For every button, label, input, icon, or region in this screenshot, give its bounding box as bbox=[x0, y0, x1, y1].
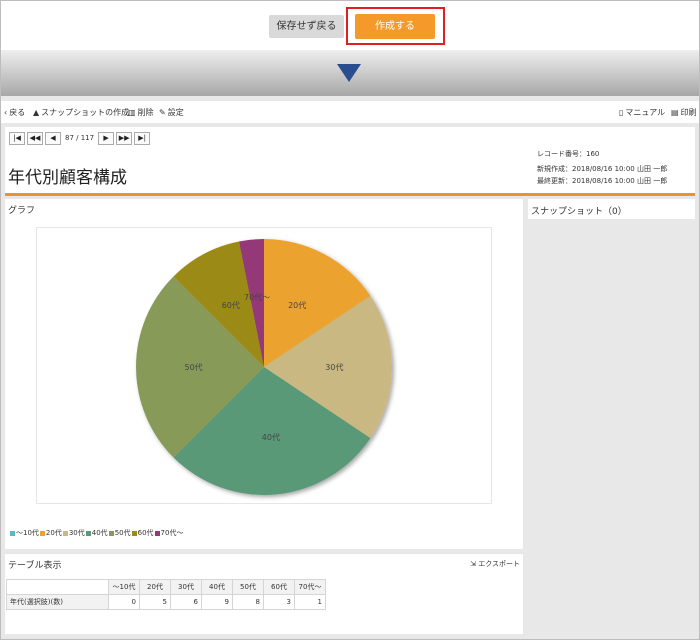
preview-band bbox=[1, 50, 699, 96]
table-cell: 0 bbox=[108, 594, 140, 610]
record-updated: 最終更新：2018/08/16 10:00 山田 一郎 bbox=[537, 177, 668, 185]
legend-item-1: 20代 bbox=[39, 528, 62, 538]
toolbar-settings[interactable]: ✎ 設定 bbox=[159, 107, 184, 118]
snapshot-panel: スナップショット（0） bbox=[528, 199, 695, 219]
table-cell: 9 bbox=[201, 594, 233, 610]
legend-item-5: 60代 bbox=[131, 528, 154, 538]
pie-chart: 20代 30代 40代 50代 60代 70代〜 bbox=[136, 239, 392, 495]
legend-label: 〜10代 bbox=[16, 529, 39, 537]
back-without-save-button[interactable]: 保存せず戻る bbox=[269, 15, 344, 38]
table-header-row: 〜10代 20代 30代 40代 50代 60代 70代〜 bbox=[6, 579, 326, 595]
toolbar-manual[interactable]: ▯ マニュアル bbox=[619, 107, 665, 118]
table-column-header: 70代〜 bbox=[294, 579, 326, 595]
table-panel-title: テーブル表示 bbox=[8, 561, 62, 571]
title-divider bbox=[5, 193, 695, 196]
book-icon: ▯ bbox=[619, 108, 624, 117]
chevron-left-icon: ‹ bbox=[4, 108, 8, 117]
pie-label-1: 20代 bbox=[288, 300, 306, 310]
trash-icon: ▥ bbox=[128, 108, 136, 117]
legend-item-3: 40代 bbox=[85, 528, 108, 538]
table-row-header: 年代(選択肢)(数) bbox=[6, 594, 109, 610]
table-cell: 8 bbox=[232, 594, 264, 610]
legend-label: 50代 bbox=[114, 529, 131, 537]
toolbar-create-snapshot[interactable]: ▲ スナップショットの作成 bbox=[33, 107, 129, 118]
legend-item-4: 50代 bbox=[108, 528, 131, 538]
chart-legend: 〜10代 20代 30代 40代 50代 60代 70代〜 bbox=[10, 528, 184, 538]
legend-label: 30代 bbox=[68, 529, 85, 537]
pie-label-6: 70代〜 bbox=[244, 292, 270, 302]
legend-label: 20代 bbox=[45, 529, 62, 537]
toolbar-delete[interactable]: ▥ 削除 bbox=[128, 107, 154, 118]
toolbar-print[interactable]: ▤ 印刷 bbox=[671, 107, 697, 118]
legend-swatch bbox=[10, 530, 15, 536]
prev-10-button[interactable]: ◀◀ bbox=[27, 131, 43, 145]
table-column-header: 20代 bbox=[139, 579, 171, 595]
legend-swatch bbox=[154, 530, 160, 536]
table-cell: 5 bbox=[139, 594, 171, 610]
record-created: 新規作成：2018/08/16 10:00 山田 一郎 bbox=[537, 165, 668, 173]
legend-swatch bbox=[108, 530, 114, 536]
wrench-icon: ✎ bbox=[159, 108, 166, 117]
data-table: 〜10代 20代 30代 40代 50代 60代 70代〜 年代(選択肢)(数) 05698… bbox=[6, 579, 326, 610]
prev-page-button[interactable]: ◀ bbox=[45, 131, 61, 145]
table-column-header: 50代 bbox=[232, 579, 264, 595]
next-page-button[interactable]: ▶ bbox=[98, 131, 115, 145]
pie-label-4: 50代 bbox=[185, 362, 203, 372]
table-corner bbox=[6, 579, 109, 595]
pie-label-5: 60代 bbox=[222, 300, 240, 310]
table-column-header: 〜10代 bbox=[108, 579, 140, 595]
last-page-button[interactable]: ▶| bbox=[134, 131, 151, 145]
pager-count: 87 / 117 bbox=[65, 134, 95, 142]
snapshot-panel-title: スナップショット（0） bbox=[531, 207, 627, 217]
graph-panel-title: グラフ bbox=[8, 206, 36, 216]
legend-item-0: 〜10代 bbox=[10, 528, 39, 538]
record-header: |◀ ◀◀ ◀ 87 / 117 ▶ ▶▶ ▶| 年代別顧客構成 レコード番号：… bbox=[5, 127, 695, 193]
legend-label: 60代 bbox=[137, 529, 154, 537]
table-column-header: 40代 bbox=[201, 579, 233, 595]
legend-swatch bbox=[62, 530, 68, 536]
toolbar-back[interactable]: ‹ 戻る bbox=[4, 107, 25, 118]
page-title: 年代別顧客構成 bbox=[8, 168, 127, 188]
graph-panel: グラフ 20代 30代 40代 50代 60代 70代〜 〜10代 20代 30代 40代 50代… bbox=[5, 199, 523, 549]
legend-label: 40代 bbox=[91, 529, 108, 537]
pie-label-2: 30代 bbox=[325, 362, 343, 372]
toolbar: ‹ 戻る ▲ スナップショットの作成 ▥ 削除 ✎ 設定 ▯ マニュアル ▤ 印刷 bbox=[1, 101, 699, 123]
record-pager: |◀ ◀◀ ◀ 87 / 117 ▶ ▶▶ ▶| bbox=[9, 131, 152, 145]
next-10-button[interactable]: ▶▶ bbox=[116, 131, 133, 145]
create-button[interactable]: 作成する bbox=[355, 14, 435, 39]
table-column-header: 30代 bbox=[170, 579, 202, 595]
legend-swatch bbox=[131, 530, 137, 536]
export-icon: ⇲ bbox=[470, 560, 476, 568]
table-row: 年代(選択肢)(数) 0569831 bbox=[6, 594, 326, 610]
first-page-button[interactable]: |◀ bbox=[9, 131, 25, 145]
legend-swatch bbox=[85, 530, 91, 536]
table-cell: 1 bbox=[294, 594, 326, 610]
printer-icon: ▤ bbox=[671, 108, 679, 117]
table-panel: テーブル表示 ⇲ エクスポート 〜10代 20代 30代 40代 50代 60代 70代〜 … bbox=[5, 554, 523, 634]
legend-item-6: 70代〜 bbox=[154, 528, 184, 538]
action-bar: 保存せず戻る 作成する bbox=[1, 1, 699, 50]
lock-icon: ▲ bbox=[33, 108, 40, 117]
pie-label-3: 40代 bbox=[262, 432, 280, 442]
table-cell: 6 bbox=[170, 594, 202, 610]
export-link[interactable]: ⇲ エクスポート bbox=[470, 559, 520, 569]
table-cell: 3 bbox=[263, 594, 295, 610]
app-area: ‹ 戻る ▲ スナップショットの作成 ▥ 削除 ✎ 設定 ▯ マニュアル ▤ 印刷 |◀ ◀… bbox=[1, 96, 699, 639]
record-number: レコード番号：160 bbox=[537, 150, 600, 158]
legend-swatch bbox=[39, 530, 45, 536]
table-column-header: 60代 bbox=[263, 579, 295, 595]
legend-item-2: 30代 bbox=[62, 528, 85, 538]
legend-label: 70代〜 bbox=[160, 529, 184, 537]
chart-area: 20代 30代 40代 50代 60代 70代〜 bbox=[36, 227, 492, 504]
down-arrow-icon bbox=[337, 64, 361, 82]
